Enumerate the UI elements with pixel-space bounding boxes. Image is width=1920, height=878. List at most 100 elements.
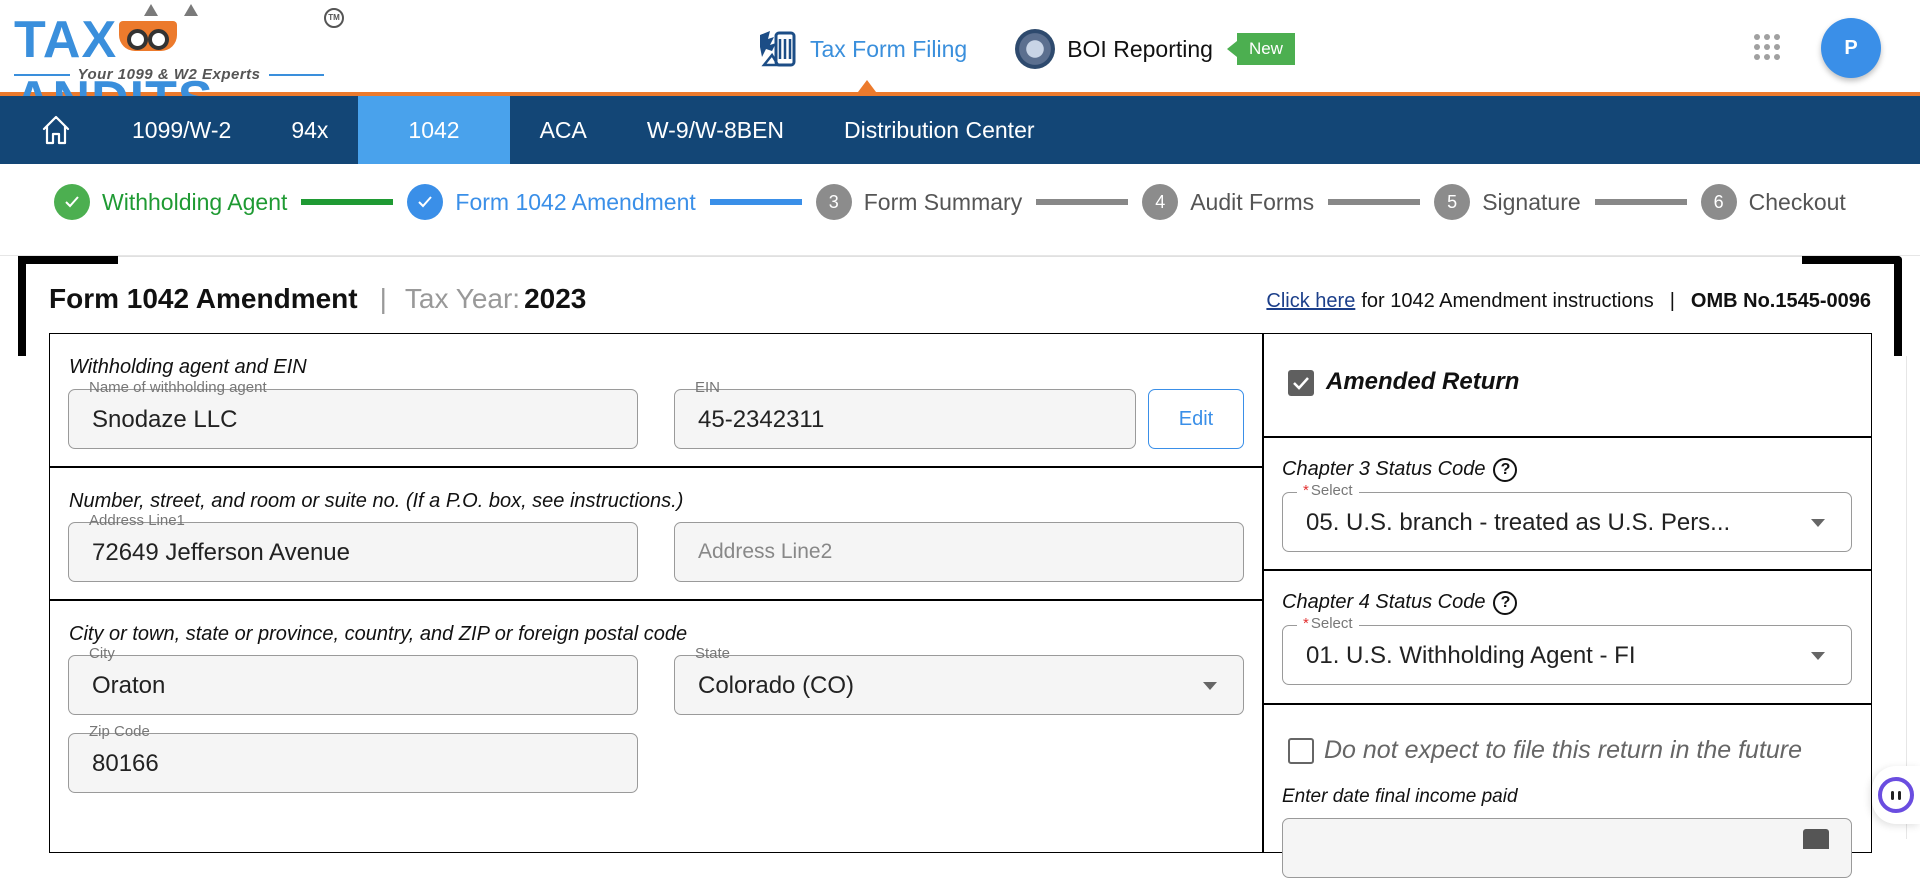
required-mark: * — [1303, 482, 1309, 499]
check-icon — [54, 184, 90, 220]
chapter4-label-text: Chapter 4 Status Code — [1282, 591, 1486, 613]
field-value: 72649 Jefferson Avenue — [92, 539, 350, 566]
form-title-bar: Form 1042 Amendment | Tax Year: 2023 — [49, 283, 586, 315]
field-legend: * Select — [1297, 615, 1359, 633]
field-value: 05. U.S. branch - treated as U.S. Pers..… — [1306, 509, 1731, 536]
progress-stepper: Withholding Agent Form 1042 Amendment 3 … — [0, 166, 1920, 256]
product-boi-reporting[interactable]: BOI Reporting — [1015, 29, 1213, 69]
field-value: 01. U.S. Withholding Agent - FI — [1306, 642, 1636, 669]
step-signature[interactable]: 5 Signature — [1434, 184, 1581, 220]
chapter4-label: Chapter 4 Status Code? — [1282, 591, 1518, 615]
city-section-label: City or town, state or province, country… — [69, 623, 688, 645]
step-connector — [1036, 199, 1129, 205]
instructions-bar: Click here for 1042 Amendment instructio… — [1266, 290, 1871, 313]
field-legend: Address Line1 — [83, 512, 191, 530]
field-value: 80166 — [92, 750, 159, 777]
field-legend: State — [689, 645, 737, 663]
product-label: Tax Form Filing — [810, 35, 968, 62]
state-select[interactable]: State Colorado (CO) — [674, 645, 1244, 715]
title-separator: | — [379, 283, 387, 314]
frame-top-line — [26, 256, 1894, 257]
chat-assistant-button[interactable] — [1872, 766, 1920, 824]
address-section-label: Number, street, and room or suite no. (I… — [69, 490, 684, 512]
nav-home[interactable] — [0, 96, 112, 164]
chevron-down-icon — [1203, 682, 1217, 690]
step-label: Withholding Agent — [102, 188, 288, 215]
city-field[interactable]: City Oraton — [68, 645, 638, 715]
legend-text: Select — [1310, 482, 1353, 499]
logo-tagline-text: Your 1099 & W2 Experts — [77, 66, 261, 83]
product-tax-form-filing[interactable]: Tax Form Filing — [756, 29, 967, 69]
step-checkout[interactable]: 6 Checkout — [1700, 184, 1846, 220]
nav-w9-w8ben[interactable]: W-9/W-8BEN — [617, 96, 814, 164]
step-audit-forms[interactable]: 4 Audit Forms — [1142, 184, 1314, 220]
step-connector — [1328, 199, 1421, 205]
step-form-summary[interactable]: 3 Form Summary — [815, 184, 1023, 220]
omb-separator: | — [1669, 290, 1675, 312]
field-placeholder: Address Line2 — [698, 540, 833, 563]
step-label: Form Summary — [863, 188, 1023, 215]
field-legend: * Select — [1297, 482, 1359, 500]
withholding-agent-name-field[interactable]: Name of withholding agent Snodaze LLC — [68, 379, 638, 449]
chapter3-label-text: Chapter 3 Status Code — [1282, 458, 1486, 480]
check-icon — [407, 184, 444, 220]
row-divider — [49, 466, 1263, 468]
step-label: Audit Forms — [1190, 188, 1315, 215]
product-switcher: Tax Form Filing BOI Reporting New — [756, 28, 1295, 70]
help-icon[interactable]: ? — [1493, 458, 1518, 482]
chat-assistant-icon — [1878, 777, 1914, 813]
nav-1099-w2[interactable]: 1099/W-2 — [112, 96, 261, 164]
field-value: Colorado (CO) — [698, 672, 855, 699]
step-label: Checkout — [1748, 188, 1846, 215]
taxbandits-logo[interactable]: TAXANDITS TM Your 1099 & W2 Experts — [14, 4, 354, 129]
calendar-icon[interactable] — [1803, 829, 1829, 849]
chevron-down-icon — [1811, 519, 1825, 527]
column-divider — [1262, 333, 1264, 853]
row-divider — [1262, 703, 1872, 705]
instructions-text: for 1042 Amendment instructions — [1361, 290, 1654, 312]
step-connector — [1594, 199, 1687, 205]
step-withholding-agent[interactable]: Withholding Agent — [54, 184, 287, 220]
instructions-link[interactable]: Click here — [1266, 290, 1355, 313]
field-legend: Name of withholding agent — [83, 379, 273, 397]
nav-aca[interactable]: ACA — [510, 96, 617, 164]
address-line1-field[interactable]: Address Line1 72649 Jefferson Avenue — [68, 512, 638, 582]
address-line2-field[interactable]: Address Line2 — [674, 522, 1244, 582]
future-filing-checkbox[interactable] — [1288, 738, 1314, 764]
chapter3-status-select[interactable]: * Select 05. U.S. branch - treated as U.S… — [1282, 482, 1852, 552]
user-avatar[interactable]: P — [1821, 18, 1881, 78]
nav-1042[interactable]: 1042 — [358, 96, 510, 164]
nav-distribution-center[interactable]: Distribution Center — [814, 96, 1064, 164]
ein-field[interactable]: EIN 45-2342311 — [674, 379, 1136, 449]
step-connector — [709, 199, 802, 205]
row-divider — [1262, 569, 1872, 571]
step-number: 3 — [815, 184, 852, 220]
new-badge: New — [1226, 33, 1295, 65]
active-product-caret-icon — [858, 80, 876, 92]
final-income-date-label: Enter date final income paid — [1282, 786, 1518, 807]
step-label: Form 1042 Amendment — [455, 188, 696, 215]
boi-seal-icon — [1015, 29, 1056, 69]
chapter4-status-select[interactable]: * Select 01. U.S. Withholding Agent - FI — [1282, 615, 1852, 685]
step-form-1042-amendment[interactable]: Form 1042 Amendment — [407, 184, 696, 220]
home-icon — [42, 115, 70, 145]
grid-apps-icon[interactable] — [1754, 34, 1780, 60]
nav-94x[interactable]: 94x — [261, 96, 358, 164]
form-title: Form 1042 Amendment — [49, 283, 358, 314]
edit-agent-button[interactable]: Edit — [1148, 389, 1244, 449]
step-number: 6 — [1700, 184, 1737, 220]
amended-return-checkbox[interactable] — [1288, 370, 1314, 396]
product-label: BOI Reporting — [1067, 35, 1213, 62]
field-value: Snodaze LLC — [92, 406, 238, 433]
logo-word-left: TAX — [14, 11, 118, 69]
field-value: Oraton — [92, 672, 166, 699]
step-number: 4 — [1142, 184, 1179, 220]
help-icon[interactable]: ? — [1493, 591, 1518, 615]
main-nav: 1099/W-2 94x 1042 ACA W-9/W-8BEN Distrib… — [0, 96, 1920, 164]
required-mark: * — [1303, 615, 1309, 632]
row-divider — [49, 599, 1263, 601]
zip-code-field[interactable]: Zip Code 80166 — [68, 723, 638, 793]
agent-section-label: Withholding agent and EIN — [69, 356, 307, 378]
final-income-date-field[interactable] — [1282, 818, 1852, 878]
tax-year-label: Tax Year: — [404, 283, 521, 314]
